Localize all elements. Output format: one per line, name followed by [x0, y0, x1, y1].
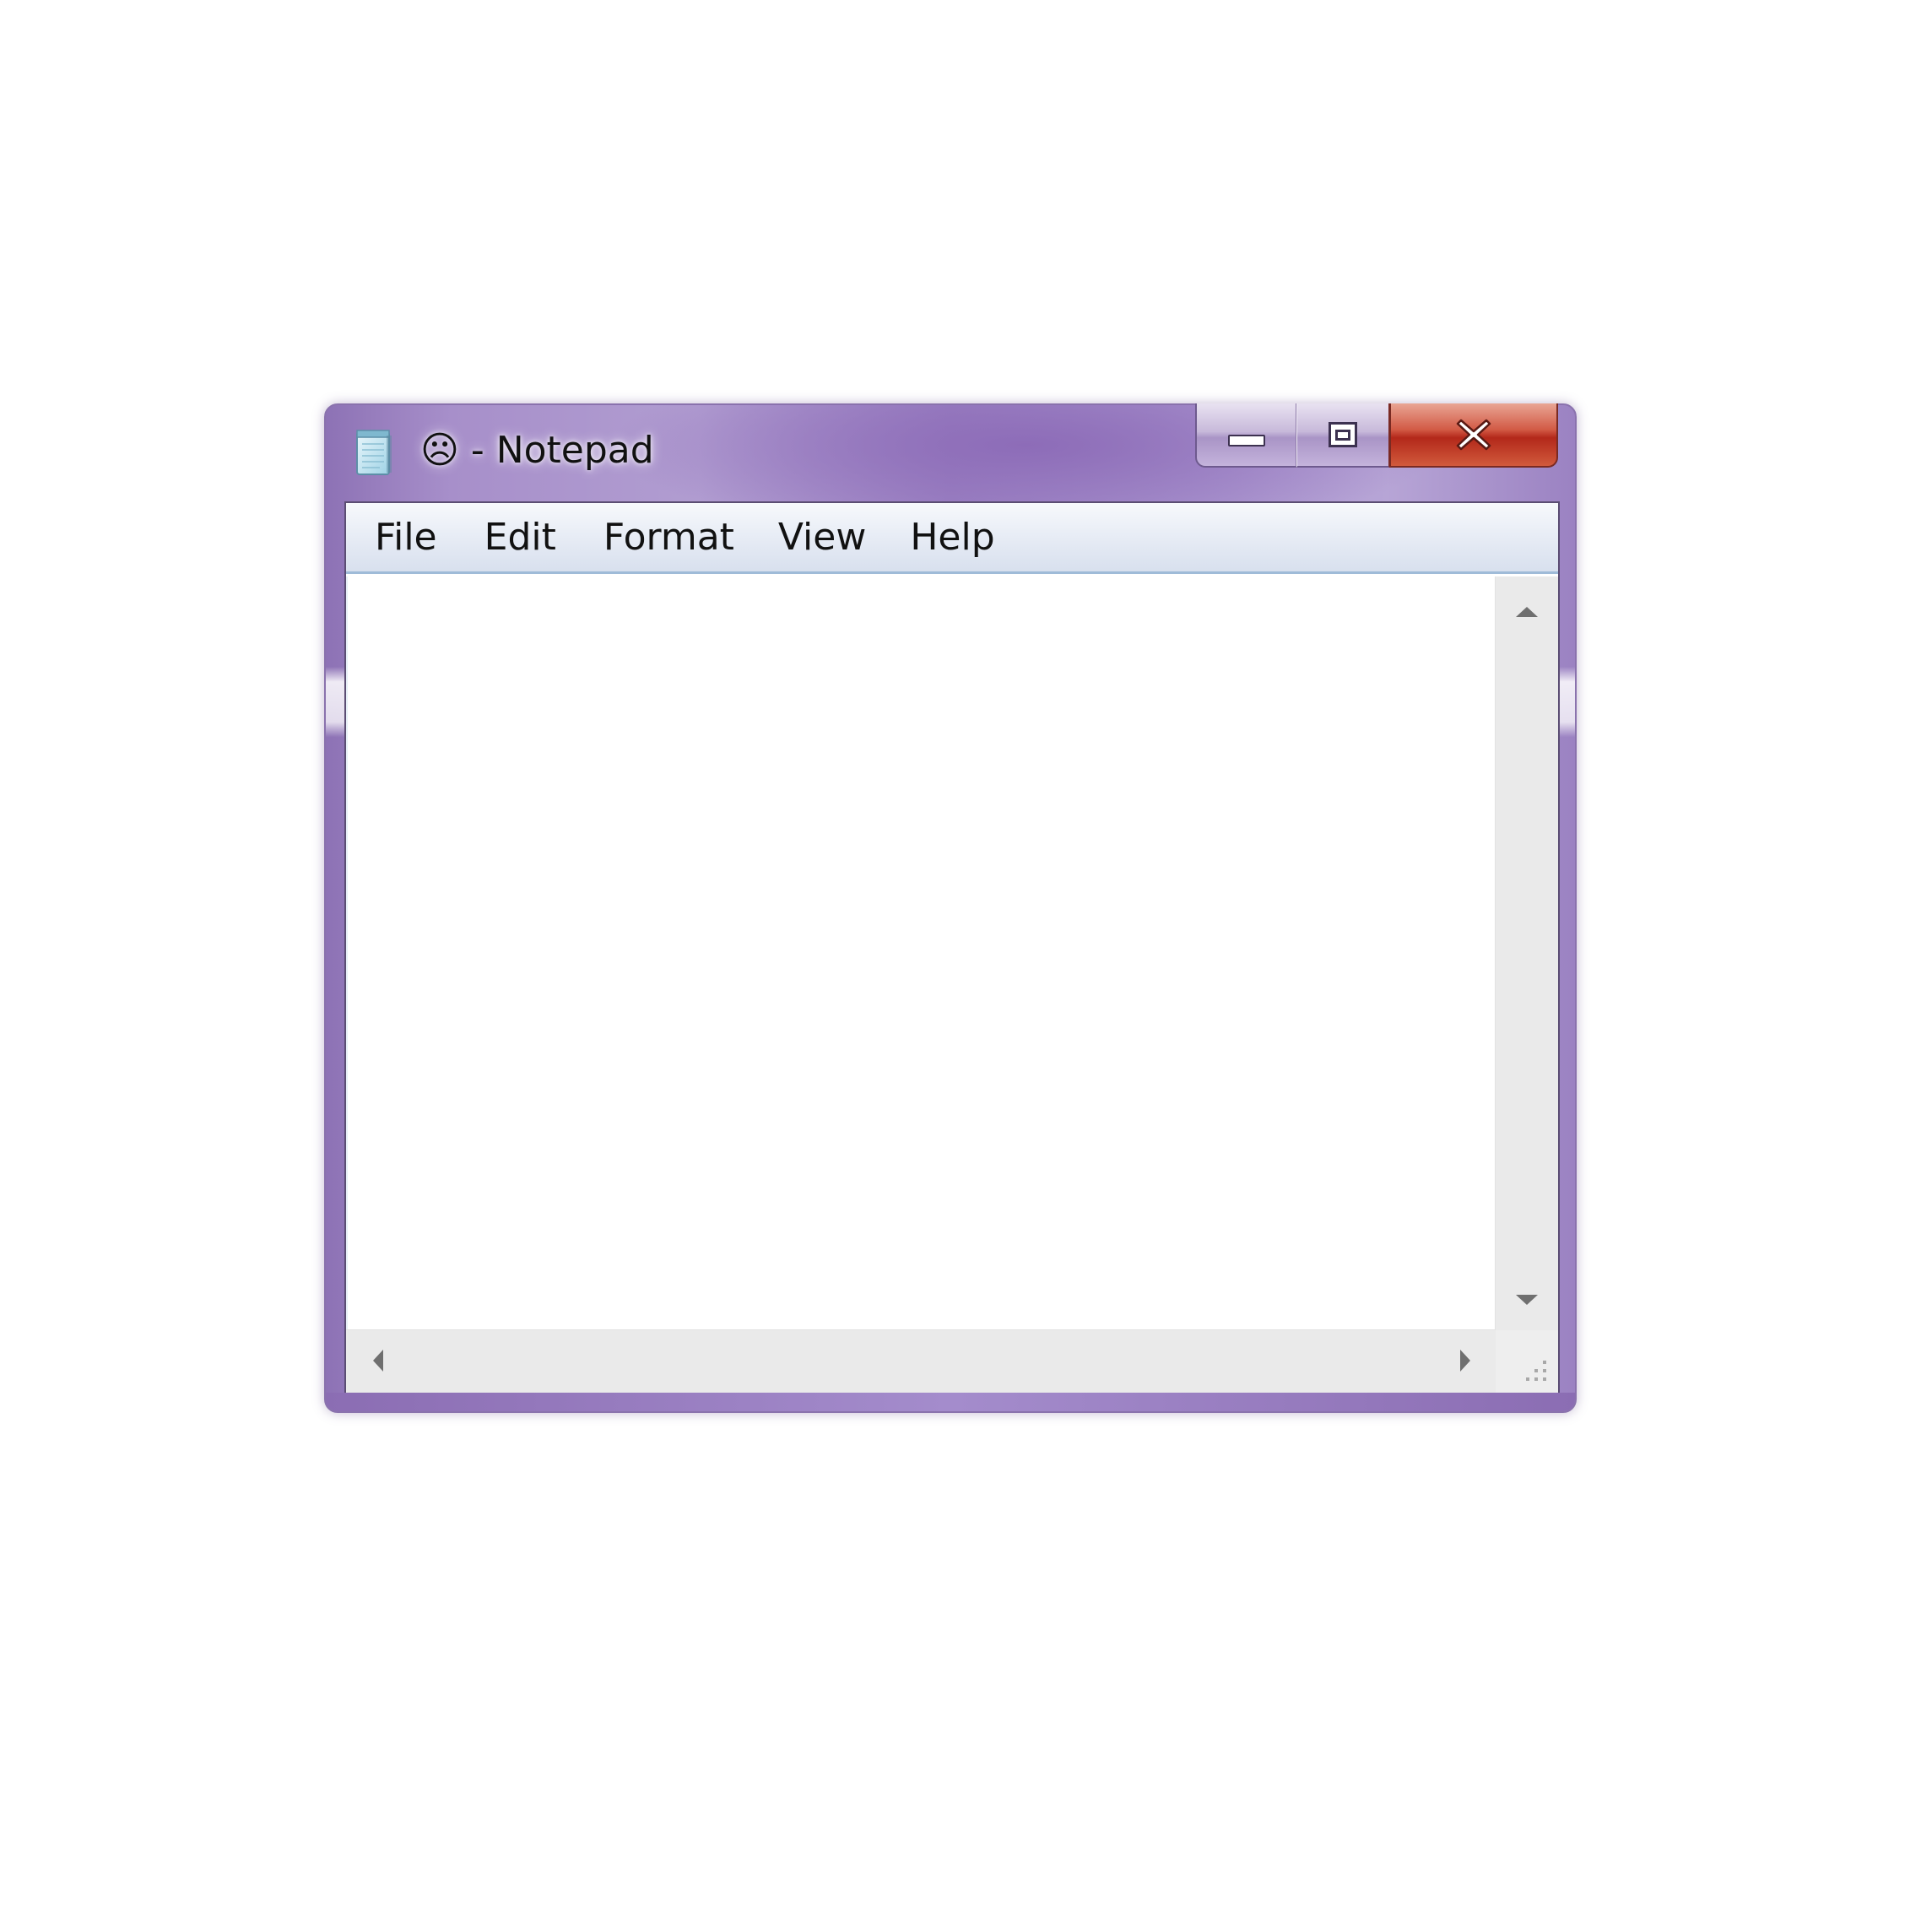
- scroll-left-arrow-icon[interactable]: [373, 1350, 383, 1372]
- maximize-button[interactable]: [1296, 403, 1389, 468]
- minimize-button[interactable]: [1195, 403, 1296, 468]
- minimize-icon: [1227, 435, 1265, 446]
- close-icon: [1456, 419, 1491, 451]
- vertical-scrollbar[interactable]: [1495, 576, 1558, 1330]
- caption-buttons: [1195, 403, 1558, 469]
- menu-bar: File Edit Format View Help: [346, 503, 1558, 574]
- title-bar[interactable]: ☹ - Notepad: [326, 403, 1575, 500]
- menu-file[interactable]: File: [356, 512, 456, 563]
- size-grip[interactable]: [1496, 1330, 1558, 1393]
- scroll-up-arrow-icon[interactable]: [1516, 607, 1538, 617]
- scroll-right-arrow-icon[interactable]: [1460, 1350, 1470, 1372]
- menu-help[interactable]: Help: [891, 512, 1013, 563]
- resize-grip-icon: [1526, 1361, 1546, 1381]
- text-editor[interactable]: [346, 576, 1496, 1330]
- notepad-icon: [356, 430, 392, 475]
- notepad-window: ☹ - Notepad File Edit Format View Help: [324, 403, 1577, 1413]
- horizontal-scrollbar[interactable]: [346, 1329, 1496, 1393]
- maximize-icon: [1329, 422, 1357, 447]
- menu-format[interactable]: Format: [585, 512, 753, 563]
- menu-view[interactable]: View: [760, 512, 885, 563]
- menu-edit[interactable]: Edit: [466, 512, 575, 563]
- scroll-down-arrow-icon[interactable]: [1516, 1295, 1538, 1305]
- desktop-background: ☹ - Notepad File Edit Format View Help: [0, 0, 1932, 1932]
- client-area: File Edit Format View Help: [344, 501, 1560, 1394]
- close-button[interactable]: [1389, 403, 1558, 468]
- window-title: ☹ - Notepad: [420, 429, 654, 472]
